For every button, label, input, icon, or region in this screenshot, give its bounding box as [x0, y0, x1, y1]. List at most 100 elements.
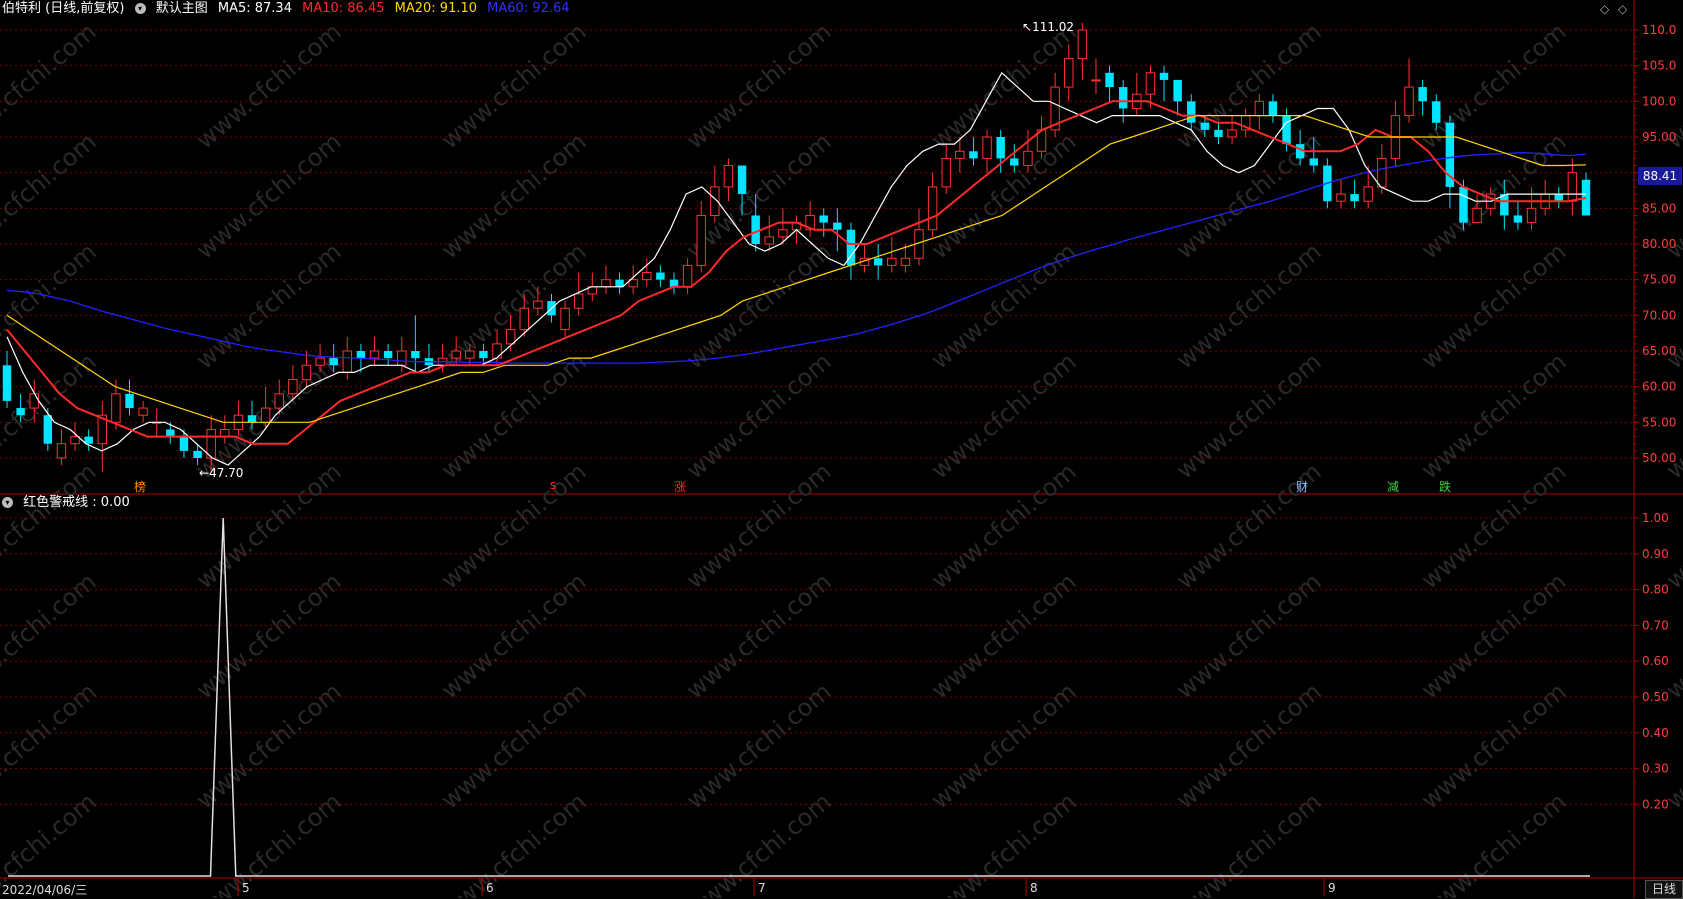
- candle-body: [927, 186, 938, 231]
- candle-body: [492, 343, 502, 359]
- candle-body: [301, 364, 312, 381]
- candle-body: [397, 350, 407, 366]
- candle-body: [615, 279, 624, 287]
- candle-body: [900, 257, 911, 266]
- candle-body: [969, 151, 978, 159]
- candle-body: [84, 436, 93, 444]
- candle-body: [1526, 207, 1537, 224]
- candle-body: [465, 350, 475, 359]
- candle-body: [1513, 215, 1523, 223]
- price-tick-label: 85.00: [1642, 201, 1676, 215]
- candle-body: [1472, 207, 1482, 224]
- candle-body: [111, 393, 121, 423]
- candle-body: [955, 150, 965, 159]
- candle-body: [982, 136, 992, 159]
- candle-body: [1336, 193, 1346, 202]
- chevron-down-icon[interactable]: ▾: [134, 3, 146, 14]
- candle-body: [642, 272, 652, 281]
- candle-body: [125, 393, 134, 409]
- candle-body: [887, 257, 897, 266]
- candle-body: [656, 272, 665, 280]
- stock-name[interactable]: 伯特利 (日线,前复权): [2, 1, 124, 16]
- candle-body: [819, 215, 828, 223]
- price-tick-label: 60.00: [1642, 380, 1676, 394]
- indicator-tick-label: 0.80: [1642, 583, 1669, 597]
- current-price-tag: 88.41: [1638, 167, 1682, 185]
- price-tick-label: 65.00: [1642, 344, 1676, 358]
- candle-body: [16, 408, 25, 416]
- candle-body: [1268, 101, 1278, 116]
- candle-body: [1200, 122, 1210, 130]
- candle-body: [70, 436, 80, 445]
- candle-body: [179, 436, 189, 451]
- price-tick-label: 100.0: [1642, 94, 1676, 108]
- diamond-icon[interactable]: ◇: [1600, 2, 1609, 16]
- candle-body: [682, 264, 693, 288]
- candle-body: [519, 307, 529, 331]
- candle-body: [1459, 186, 1468, 223]
- ma10-label: MA10: 86.45: [302, 1, 385, 16]
- ma60-label: MA60: 92.64: [487, 1, 570, 16]
- chart-label[interactable]: 默认主图: [156, 1, 208, 16]
- candle-body: [1554, 194, 1563, 202]
- event-mark-rise[interactable]: 涨: [674, 478, 686, 495]
- candle-body: [2, 365, 12, 401]
- candle-body: [533, 300, 543, 309]
- candle-body: [288, 379, 298, 395]
- period-tab-daily[interactable]: 日线: [1645, 880, 1683, 899]
- candle-body: [329, 358, 338, 366]
- indicator-tick-label: 1.00: [1642, 511, 1669, 525]
- price-tick-label: 55.00: [1642, 415, 1676, 429]
- candle-body: [751, 215, 760, 244]
- start-date-label: 2022/04/06/三: [2, 883, 88, 897]
- candle-body: [1214, 129, 1223, 137]
- candle-body: [1377, 157, 1387, 188]
- price-tick-label: 50.00: [1642, 451, 1676, 465]
- candle-body: [1567, 172, 1578, 202]
- chart-canvas[interactable]: www.cfchi.com www.cfchi.com www.cfchi.com w…: [0, 0, 1683, 898]
- candle-body: [996, 137, 1005, 159]
- candle-body: [573, 293, 584, 309]
- candle-body: [1418, 87, 1427, 102]
- ma5-label: MA5: 87.34: [217, 1, 292, 16]
- price-tick-label: 70.00: [1642, 308, 1676, 322]
- event-mark-fall[interactable]: 跌: [1439, 478, 1451, 495]
- event-mark-s[interactable]: s: [550, 478, 556, 492]
- event-mark-finance[interactable]: 财: [1296, 478, 1308, 495]
- month-label-7: 7: [758, 881, 766, 895]
- candle-body: [43, 415, 53, 444]
- low-price-annotation: ←47.70: [199, 466, 244, 480]
- candle-body: [411, 351, 420, 359]
- candle-body: [1282, 115, 1291, 145]
- candle-body: [315, 357, 325, 366]
- candle-body: [247, 415, 257, 423]
- candle-body: [1091, 79, 1101, 82]
- candle-body: [778, 229, 788, 238]
- candle-body: [1173, 79, 1182, 102]
- candle-body: [451, 350, 461, 359]
- event-mark-reduce[interactable]: 减: [1387, 478, 1399, 495]
- candle-body: [873, 258, 883, 266]
- candle-body: [833, 222, 842, 230]
- candle-body: [166, 429, 175, 437]
- high-price-annotation: ↖111.02: [1022, 20, 1075, 34]
- price-tick-label: 110.0: [1642, 23, 1676, 37]
- candle-body: [193, 450, 202, 458]
- indicator-tick-label: 0.60: [1642, 654, 1669, 668]
- chevron-down-icon[interactable]: ▾: [2, 497, 13, 508]
- indicator-tick-label: 0.30: [1642, 762, 1669, 776]
- event-mark-rank[interactable]: 榜: [134, 478, 146, 495]
- candle-body: [1187, 101, 1196, 123]
- indicator-header: ▾ 红色警戒线 : 0.00: [2, 494, 136, 512]
- candle-body: [1254, 100, 1265, 117]
- candle-body: [696, 214, 706, 266]
- price-tick-label: 105.0: [1642, 59, 1676, 73]
- month-label-6: 6: [486, 881, 494, 895]
- candle-body: [601, 279, 611, 288]
- indicator-tick-label: 0.50: [1642, 690, 1669, 704]
- collapse-icon[interactable]: ◇: [1618, 2, 1627, 16]
- candle-body: [356, 351, 366, 359]
- candle-body: [1227, 129, 1237, 138]
- candle-body: [1064, 58, 1074, 88]
- indicator-tick-label: 0.70: [1642, 618, 1669, 632]
